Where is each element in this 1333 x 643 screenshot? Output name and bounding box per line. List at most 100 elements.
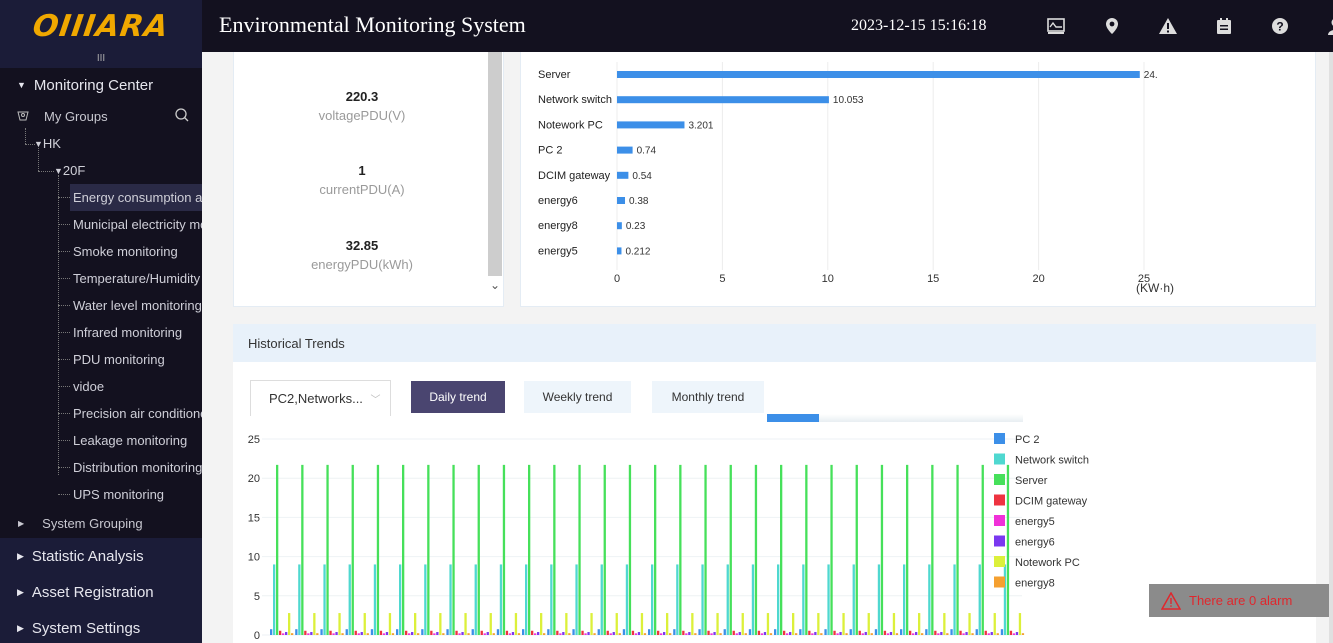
zoom-slider-handle[interactable] bbox=[767, 414, 819, 422]
caret-right-icon: ▶ bbox=[17, 586, 24, 597]
calendar-icon[interactable] bbox=[1196, 14, 1252, 38]
tree-leaf-item[interactable]: Municipal electricity monitoring bbox=[0, 211, 202, 238]
tree-leaf-item[interactable]: vidoe bbox=[0, 373, 202, 400]
menu-label: Asset Registration bbox=[31, 583, 154, 601]
tree-node-hk[interactable]: ▼ HK bbox=[0, 130, 202, 157]
caret-right-icon: ▶ bbox=[17, 622, 24, 633]
my-groups-label: My Groups bbox=[44, 108, 108, 124]
menu-monitoring-center[interactable]: ▼ Monitoring Center bbox=[0, 68, 202, 102]
menu-label: Monitoring Center bbox=[33, 76, 154, 94]
data-label: 10.053 bbox=[833, 95, 864, 106]
monthly-trend-button[interactable]: Monthly trend bbox=[652, 381, 764, 413]
sidebar-collapse-toggle[interactable]: III bbox=[0, 52, 202, 68]
user-icon[interactable] bbox=[1308, 14, 1333, 38]
device-select[interactable]: PC2,Networks... ﹀ bbox=[250, 380, 391, 416]
warning-icon[interactable] bbox=[1140, 14, 1196, 38]
tree-leaf-label: UPS monitoring bbox=[73, 487, 165, 502]
menu-label: System Settings bbox=[31, 619, 141, 637]
tree-leaf-item[interactable]: Precision air conditioner bbox=[0, 400, 202, 427]
x-axis-label: (KW·h) bbox=[1136, 281, 1174, 295]
tree-leaf-item[interactable]: Distribution monitoring bbox=[0, 454, 202, 481]
logo-area: OIIIARA bbox=[0, 0, 202, 52]
menu-label: System Grouping bbox=[42, 515, 143, 531]
metric-value: 32.85 bbox=[345, 238, 379, 253]
tree-leaf-item[interactable]: Energy consumption analysis bbox=[58, 184, 202, 211]
menu-statistic-analysis[interactable]: ▶ Statistic Analysis bbox=[0, 538, 202, 574]
tree-leaf-label: Leakage monitoring bbox=[73, 433, 188, 448]
metric-label: energyPDU(kWh) bbox=[311, 257, 413, 272]
caret-down-icon: ▼ bbox=[17, 80, 26, 90]
location-pin-icon[interactable] bbox=[1084, 14, 1140, 38]
sidebar: III ▼ Monitoring Center My Groups ▼ HK ▼… bbox=[0, 52, 202, 643]
device-tree: ▼ HK ▼ 20F Energy consumption analysis Mu… bbox=[0, 128, 202, 508]
data-label: 3.201 bbox=[688, 120, 713, 131]
tree-leaf-item[interactable]: Infrared monitoring bbox=[0, 319, 202, 346]
help-icon[interactable]: ? bbox=[1252, 14, 1308, 38]
metric-energy: 32.85 energyPDU(kWh) bbox=[234, 238, 490, 272]
secondary-menus: ▶ Statistic Analysis ▶ Asset Registratio… bbox=[0, 538, 202, 643]
weekly-trend-button[interactable]: Weekly trend bbox=[524, 381, 631, 413]
caret-right-icon: ▶ bbox=[18, 518, 25, 528]
page-scrollbar[interactable] bbox=[1329, 52, 1333, 643]
scrollbar-thumb[interactable] bbox=[488, 52, 502, 276]
clock: 2023-12-15 15:16:18 bbox=[851, 17, 987, 34]
data-label: 0.54 bbox=[632, 171, 652, 182]
alarm-notification[interactable]: There are 0 alarm bbox=[1149, 584, 1329, 617]
caret-down-icon: ▼ bbox=[34, 138, 43, 149]
menu-label: Statistic Analysis bbox=[31, 547, 144, 565]
tree-leaf-label: Smoke monitoring bbox=[73, 244, 178, 259]
search-icon[interactable] bbox=[174, 107, 190, 123]
tree-leaf-item[interactable]: UPS monitoring bbox=[0, 481, 202, 508]
metric-label: currentPDU(A) bbox=[319, 182, 405, 197]
metric-voltage: 220.3 voltagePDU(V) bbox=[234, 89, 490, 123]
trend-chart-icon[interactable] bbox=[1028, 14, 1084, 38]
metric-label: voltagePDU(V) bbox=[318, 108, 406, 123]
category-label: PC 2 bbox=[538, 145, 562, 157]
tree-leaf-item[interactable]: Smoke monitoring bbox=[0, 238, 202, 265]
logo: OIIIARA bbox=[30, 8, 172, 44]
section-title: Historical Trends bbox=[233, 324, 1316, 362]
menu-asset-registration[interactable]: ▶ Asset Registration bbox=[0, 574, 202, 610]
category-label: DCIM gateway bbox=[538, 170, 611, 182]
daily-trend-button[interactable]: Daily trend bbox=[411, 381, 505, 413]
tree-node-label: 20F bbox=[62, 163, 86, 178]
tree-leaf-item[interactable]: PDU monitoring bbox=[0, 346, 202, 373]
tree-leaf-label: PDU monitoring bbox=[73, 352, 165, 367]
main-content: 220.3 voltagePDU(V) 1 currentPDU(A) 32.8… bbox=[202, 52, 1333, 643]
tree-leaf-item[interactable]: Leakage monitoring bbox=[0, 427, 202, 454]
category-label: Server bbox=[538, 69, 571, 81]
tree-leaf-item[interactable]: Temperature/Humidity monitoring bbox=[0, 265, 202, 292]
metric-value: 1 bbox=[358, 163, 366, 178]
x-tick-label: 0 bbox=[614, 273, 620, 285]
caret-down-icon: ▼ bbox=[54, 165, 63, 176]
x-tick-label: 15 bbox=[927, 273, 939, 285]
energy-ranking-card: 0 5 10 15 20 25 (KW·h) Server 24. Network switch 1… bbox=[520, 52, 1316, 307]
tree-node-20f[interactable]: ▼ 20F bbox=[0, 157, 202, 184]
bar bbox=[617, 222, 622, 230]
menu-system-settings[interactable]: ▶ System Settings bbox=[0, 610, 202, 643]
data-label: 24. bbox=[1144, 70, 1158, 81]
category-label: energy5 bbox=[538, 245, 578, 257]
device-select-value: PC2,Networks... bbox=[269, 391, 363, 406]
tree-leaf-label: vidoe bbox=[73, 379, 105, 394]
groups-icon bbox=[17, 111, 29, 121]
category-label: Notework PC bbox=[538, 119, 603, 131]
data-label: 0.212 bbox=[625, 246, 650, 257]
metrics-scrollbar[interactable]: ⌄ bbox=[488, 52, 504, 300]
menu-system-grouping[interactable]: ▶ System Grouping bbox=[0, 508, 202, 538]
my-groups-row: My Groups bbox=[0, 102, 202, 130]
category-label: energy6 bbox=[538, 195, 578, 207]
metric-value: 220.3 bbox=[345, 89, 379, 104]
bar bbox=[617, 71, 1140, 78]
x-tick-label: 20 bbox=[1032, 273, 1044, 285]
svg-text:?: ? bbox=[1276, 20, 1283, 34]
tree-leaf-label: Temperature/Humidity monitoring bbox=[73, 271, 202, 286]
tree-leaf-item[interactable]: Water level monitoring bbox=[0, 292, 202, 319]
data-label: 0.74 bbox=[637, 146, 657, 157]
x-tick-label: 5 bbox=[719, 273, 725, 285]
chevron-down-icon[interactable]: ⌄ bbox=[488, 278, 502, 298]
chevron-down-icon: ﹀ bbox=[370, 395, 381, 406]
pdu-metrics-card: 220.3 voltagePDU(V) 1 currentPDU(A) 32.8… bbox=[233, 52, 504, 307]
bar bbox=[617, 247, 622, 255]
app-title: Environmental Monitoring System bbox=[219, 12, 526, 37]
